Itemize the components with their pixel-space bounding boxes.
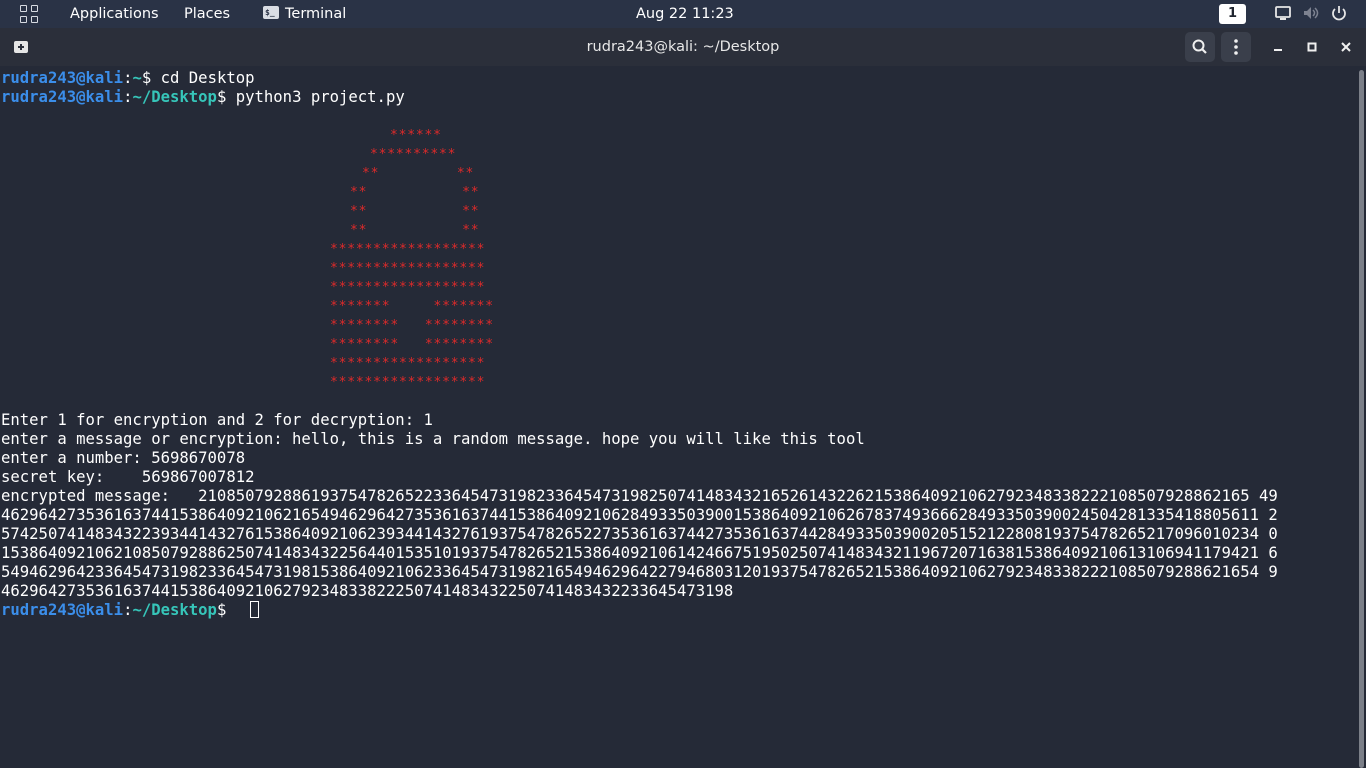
ascii-art-line: ** ** — [350, 204, 480, 219]
window-title: rudra243@kali: ~/Desktop — [586, 39, 780, 55]
ascii-art-line: ****************** — [330, 280, 486, 295]
maximize-icon[interactable] — [1302, 37, 1322, 57]
ascii-art-line: ******** ******** — [330, 318, 494, 333]
minimize-icon[interactable] — [1268, 37, 1288, 57]
command-text: cd Desktop — [160, 69, 255, 87]
ascii-art-line: ****************** — [330, 242, 486, 257]
prompt-path: ~/Desktop — [132, 601, 217, 619]
ascii-art-line: ****************** — [330, 375, 486, 390]
encrypted-line: 4629642735361637441538640921062792348338… — [1, 582, 734, 600]
output-line: Enter 1 for encryption and 2 for decrypt… — [1, 411, 433, 429]
output-line: secret key: 569867007812 — [1, 468, 255, 486]
prompt-user: rudra243@kali — [1, 88, 124, 106]
workspace-indicator[interactable]: 1 — [1219, 4, 1246, 24]
volume-muted-icon[interactable] — [1302, 4, 1320, 22]
clock[interactable]: Aug 22 11:23 — [636, 0, 734, 28]
encrypted-line: 4629642735361637441538640921062165494629… — [1, 506, 1278, 524]
power-icon[interactable] — [1330, 4, 1348, 22]
terminal-app-menu[interactable]: Terminal — [285, 0, 346, 28]
prompt-path: ~ — [132, 69, 142, 87]
ascii-art-line: ******** ******** — [330, 337, 494, 352]
terminal-icon: $_ — [263, 6, 279, 19]
menu-button[interactable] — [1221, 32, 1251, 62]
search-icon — [1192, 39, 1207, 54]
output-line: enter a message or encryption: hello, th… — [1, 430, 865, 448]
ascii-art-line: ********** — [370, 147, 457, 162]
scrollbar-thumb[interactable] — [1359, 70, 1364, 768]
encrypted-line: 5742507414834322393441432761538640921062… — [1, 525, 1278, 543]
command-text: python3 project.py — [235, 88, 405, 106]
terminal-cursor — [250, 601, 259, 618]
window-header-bar: rudra243@kali: ~/Desktop — [0, 28, 1366, 66]
ascii-art-line: ** ** — [350, 223, 480, 238]
new-tab-icon — [14, 41, 28, 53]
places-menu[interactable]: Places — [184, 0, 230, 28]
prompt-line: rudra243@kali:~$ cd Desktop — [1, 69, 255, 88]
prompt-user: rudra243@kali — [1, 601, 124, 619]
terminal-scrollbar[interactable] — [1356, 70, 1366, 768]
prompt-user: rudra243@kali — [1, 69, 124, 87]
search-button[interactable] — [1185, 32, 1215, 62]
menu-kebab-icon — [1234, 39, 1238, 55]
top-panel: Applications Places $_ Terminal Aug 22 1… — [0, 0, 1366, 28]
prompt-line: rudra243@kali:~/Desktop$ — [1, 601, 236, 620]
applications-menu[interactable]: Applications — [70, 0, 159, 28]
close-icon[interactable] — [1336, 37, 1356, 57]
ascii-art-line: ** ** — [362, 166, 475, 181]
apps-grid-icon[interactable] — [20, 5, 38, 23]
prompt-dollar: $ — [216, 601, 236, 619]
ascii-art-line: ******* ******* — [330, 299, 494, 314]
prompt-line: rudra243@kali:~/Desktop$ python3 project… — [1, 88, 405, 107]
encrypted-line: 5494629642336454731982336454731981538640… — [1, 563, 1278, 581]
ascii-art-line: ****************** — [330, 356, 486, 371]
ascii-art-line: ****** — [390, 128, 442, 143]
ascii-art-line: ** ** — [350, 185, 480, 200]
output-line: enter a number: 5698670078 — [1, 449, 246, 467]
prompt-dollar: $ — [216, 88, 236, 106]
prompt-dollar: $ — [141, 69, 161, 87]
encrypted-line: encrypted message: 210850792886193754782… — [1, 487, 1278, 505]
display-icon[interactable] — [1274, 4, 1292, 22]
encrypted-line: 1538640921062108507928862507414834322564… — [1, 544, 1278, 562]
ascii-art-line: ****************** — [330, 261, 486, 276]
new-tab-button[interactable] — [8, 33, 34, 61]
prompt-path: ~/Desktop — [132, 88, 217, 106]
